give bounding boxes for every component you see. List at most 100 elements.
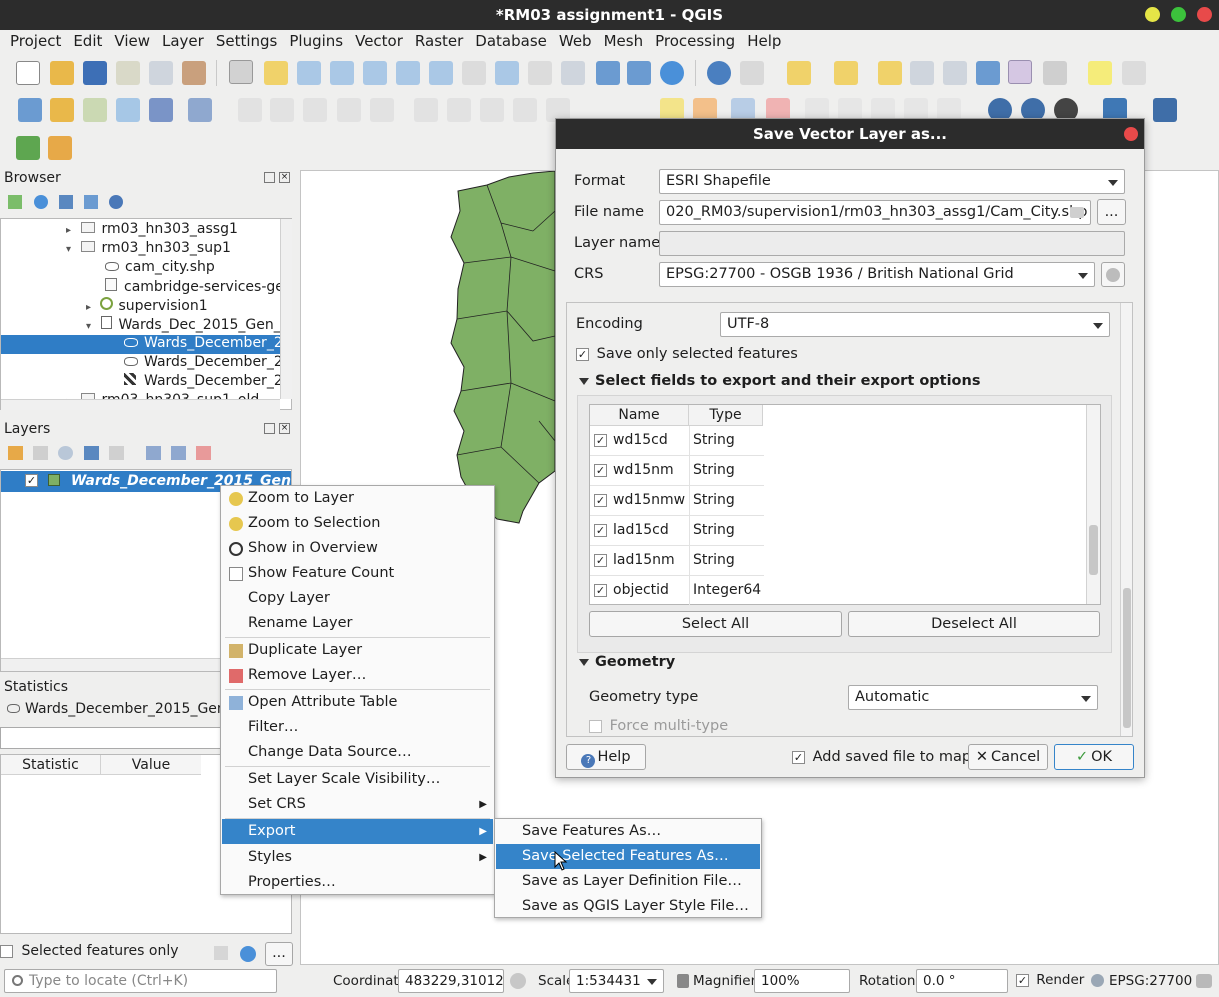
field-checkbox[interactable]: ✓ [594, 524, 607, 537]
toggle-editing-icon[interactable] [270, 98, 294, 122]
menu-set-scale-visibility[interactable]: Set Layer Scale Visibility… [222, 767, 493, 792]
menu-plugins[interactable]: Plugins [283, 30, 349, 54]
new-geopackage-icon[interactable] [50, 98, 74, 122]
menu-save-features-as[interactable]: Save Features As… [496, 819, 760, 844]
remove-layer-icon[interactable] [196, 446, 211, 460]
field-row[interactable]: ✓ lad15nm String [590, 546, 764, 576]
encoding-combo[interactable]: UTF-8 [720, 312, 1110, 337]
force-multi-checkbox[interactable] [589, 719, 602, 733]
browser-item[interactable]: ▾ rm03_hn303_sup1 [66, 240, 276, 259]
menu-edit[interactable]: Edit [67, 30, 108, 54]
data-source-manager-icon[interactable] [18, 98, 42, 122]
maximize-button[interactable] [1171, 7, 1186, 22]
pan-hand-icon[interactable] [229, 60, 253, 84]
zoom-out-icon[interactable] [330, 61, 354, 85]
crs-select-button[interactable] [1101, 262, 1125, 287]
modify-attributes-icon[interactable] [414, 98, 438, 122]
menu-layer[interactable]: Layer [156, 30, 210, 54]
filename-input[interactable]: 020_RM03/supervision1/rm03_hn303_assg1/C… [659, 200, 1091, 225]
crs-combo[interactable]: EPSG:27700 - OSGB 1936 / British Nationa… [659, 262, 1095, 287]
new-map-view-icon[interactable] [561, 61, 585, 85]
column-header-type[interactable]: Type [689, 405, 763, 426]
menu-vector[interactable]: Vector [349, 30, 409, 54]
float-panel-icon[interactable] [264, 423, 275, 434]
layout-manager-icon[interactable] [149, 61, 173, 85]
manage-visibility-icon[interactable] [58, 446, 73, 460]
menu-mesh[interactable]: Mesh [598, 30, 650, 54]
locator-search-icon[interactable] [16, 136, 40, 160]
add-group-icon[interactable] [33, 446, 48, 460]
add-to-map-checkbox[interactable]: ✓ [792, 750, 805, 764]
format-combo[interactable]: ESRI Shapefile [659, 169, 1125, 194]
column-header-statistic[interactable]: Statistic [1, 755, 101, 775]
clear-field-icon[interactable] [1070, 207, 1084, 218]
browser-item-selected[interactable]: Wards_December_2 [1, 335, 280, 354]
filter-legend-icon[interactable] [84, 446, 99, 460]
expand-all-icon[interactable] [146, 446, 161, 460]
menu-remove-layer[interactable]: Remove Layer… [222, 663, 493, 688]
fields-section-header[interactable]: Select fields to export and their export… [579, 373, 980, 389]
menu-properties[interactable]: Properties… [222, 870, 493, 895]
plugin-tool-icon[interactable] [48, 136, 72, 160]
style-manager-icon[interactable] [182, 61, 206, 85]
map-tips-icon[interactable] [1088, 61, 1112, 85]
ok-button[interactable]: ✓ OK [1054, 744, 1134, 770]
select-all-button[interactable]: Select All [589, 611, 842, 637]
magnifier-spinbox[interactable]: 100% [754, 969, 850, 993]
deselect-all-button[interactable]: Deselect All [848, 611, 1100, 637]
add-selected-layers-icon[interactable] [8, 195, 22, 209]
menu-change-data-source[interactable]: Change Data Source… [222, 740, 493, 765]
open-project-icon[interactable] [50, 61, 74, 85]
menu-show-feature-count[interactable]: Show Feature Count [222, 561, 493, 586]
dialog-close-button[interactable] [1124, 127, 1138, 141]
zoom-next-icon[interactable] [528, 61, 552, 85]
messages-icon[interactable] [1196, 974, 1212, 988]
browse-button[interactable]: ... [1097, 199, 1126, 225]
toggle-extents-icon[interactable] [510, 973, 526, 989]
help-button[interactable]: ? Help [566, 744, 646, 770]
menu-copy-layer[interactable]: Copy Layer [222, 586, 493, 611]
pan-to-selection-icon[interactable] [264, 61, 288, 85]
close-panel-icon[interactable]: × [279, 423, 290, 434]
menu-filter[interactable]: Filter… [222, 715, 493, 740]
coordinate-input[interactable]: 483229,310122 [398, 969, 504, 993]
new-bookmark-icon[interactable] [596, 61, 620, 85]
menu-duplicate-layer[interactable]: Duplicate Layer [222, 638, 493, 663]
field-row[interactable]: ✓ wd15nm String [590, 456, 764, 486]
rotation-spinbox[interactable]: 0.0 ° [916, 969, 1008, 993]
zoom-layer-icon[interactable] [429, 61, 453, 85]
field-row[interactable]: ✓ wd15cd String [590, 426, 764, 456]
geometry-type-combo[interactable]: Automatic [848, 685, 1098, 710]
render-checkbox[interactable]: ✓ [1016, 973, 1029, 987]
zoom-full-icon[interactable] [363, 61, 387, 85]
browser-item[interactable]: ▸ rm03_hn303_assg1 [66, 221, 276, 240]
statistics-field-input[interactable] [0, 727, 221, 749]
browser-item[interactable]: ▾ Wards_Dec_2015_Gen_ [86, 316, 280, 335]
refresh-icon[interactable] [660, 61, 684, 85]
menu-show-in-overview[interactable]: Show in Overview [222, 536, 493, 561]
show-bookmarks-icon[interactable] [627, 61, 651, 85]
menu-styles[interactable]: Styles ▶ [222, 845, 493, 870]
text-annotation-icon[interactable] [1122, 61, 1146, 85]
attribute-table-icon[interactable] [910, 61, 934, 85]
minimize-button[interactable] [1145, 7, 1160, 22]
menu-view[interactable]: View [108, 30, 156, 54]
browser-item[interactable]: cambridge-services-ge [105, 278, 280, 297]
field-checkbox[interactable]: ✓ [594, 584, 607, 597]
menu-raster[interactable]: Raster [409, 30, 469, 54]
browser-item[interactable]: Wards_December_2 [124, 373, 280, 392]
save-project-icon[interactable] [83, 61, 107, 85]
new-spatialite-icon[interactable] [116, 98, 140, 122]
cut-features-icon[interactable] [480, 98, 504, 122]
browser-vscrollbar[interactable] [280, 219, 292, 399]
save-edits-icon[interactable] [303, 98, 327, 122]
field-row[interactable]: ✓ objectid Integer64 [590, 576, 764, 605]
deselect-icon[interactable] [878, 61, 902, 85]
field-checkbox[interactable]: ✓ [594, 494, 607, 507]
menu-zoom-to-layer[interactable]: Zoom to Layer [222, 486, 493, 511]
field-checkbox[interactable]: ✓ [594, 434, 607, 447]
select-value-icon[interactable] [834, 61, 858, 85]
info-icon[interactable] [109, 195, 123, 209]
field-checkbox[interactable]: ✓ [594, 464, 607, 477]
menu-zoom-to-selection[interactable]: Zoom to Selection [222, 511, 493, 536]
